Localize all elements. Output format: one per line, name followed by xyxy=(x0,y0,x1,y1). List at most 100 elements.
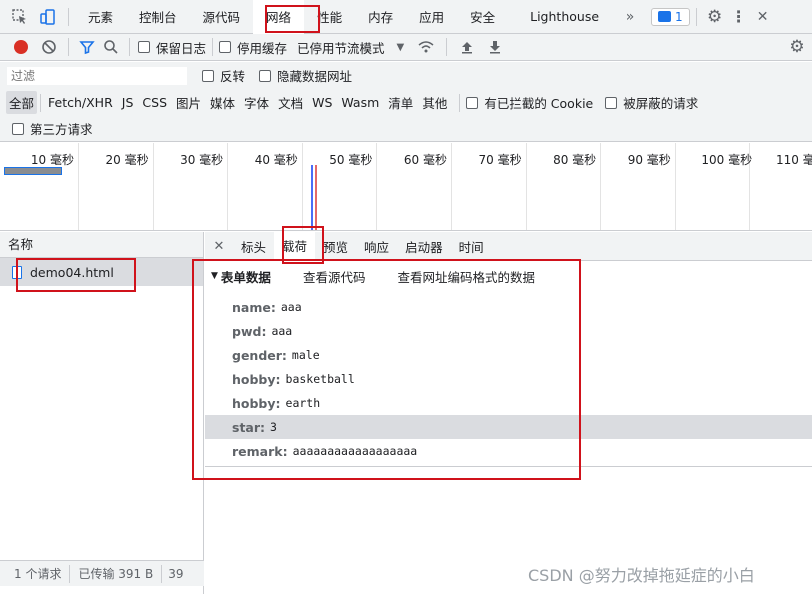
network-conditions-icon[interactable] xyxy=(412,34,440,61)
type-filter-10[interactable]: 清单 xyxy=(385,91,416,114)
timeline-gridline xyxy=(600,143,602,230)
tab-3[interactable]: 网络 xyxy=(253,0,305,34)
timeline-tick-label: 80 毫秒 xyxy=(553,153,597,167)
issues-badge[interactable]: 1 xyxy=(651,7,690,26)
filter-icon[interactable] xyxy=(75,34,99,61)
checkbox-box[interactable] xyxy=(605,96,618,109)
timeline-tick-label: 20 毫秒 xyxy=(105,153,149,167)
field-key: pwd: xyxy=(232,323,267,339)
blocked-cookies-label: 有已拦截的 Cookie xyxy=(484,96,594,111)
timeline-gridline xyxy=(451,143,452,230)
detail-tab-4[interactable]: 启动器 xyxy=(397,232,451,261)
payload-field-row[interactable]: pwd: aaa xyxy=(205,319,812,343)
tab-4[interactable]: 性能 xyxy=(304,0,355,34)
checkbox-box[interactable] xyxy=(12,122,24,135)
main-tab-bar: 元素 控制台 源代码 网络 性能 内存 应用 安全 Lighthouse » 1 ⚙ ⋮ ✕ xyxy=(0,0,812,34)
third-party-checkbox[interactable]: 第三方请求 xyxy=(12,119,93,138)
type-filter-7[interactable]: 文档 xyxy=(275,91,306,114)
field-value: male xyxy=(291,348,320,362)
tab-5[interactable]: 内存 xyxy=(355,0,406,34)
section-divider xyxy=(205,466,812,467)
more-tabs-icon[interactable]: » xyxy=(619,0,641,34)
detail-tab-1[interactable]: 载荷 xyxy=(274,231,316,261)
detail-tab-3[interactable]: 响应 xyxy=(356,232,397,261)
timeline-tick-label: 40 毫秒 xyxy=(254,153,298,167)
timeline-gridline xyxy=(152,143,154,230)
tab-6[interactable]: 应用 xyxy=(406,0,457,34)
detail-tab-5[interactable]: 时间 xyxy=(451,232,492,261)
import-har-icon[interactable] xyxy=(453,34,481,61)
payload-field-row[interactable]: hobby: earth xyxy=(205,391,812,415)
timeline-tick-label: 30 毫秒 xyxy=(180,153,224,167)
request-count: 1 个请求 xyxy=(14,567,62,581)
disable-cache-checkbox[interactable]: 停用缓存 xyxy=(219,38,287,57)
payload-field-row[interactable]: gender: male xyxy=(205,343,812,367)
payload-field-row[interactable]: star: 3 xyxy=(205,415,812,439)
view-source-link[interactable]: 查看源代码 xyxy=(303,267,366,286)
tab-8[interactable]: Lighthouse xyxy=(508,0,613,34)
timeline-gridline xyxy=(227,143,229,230)
disable-cache-label: 停用缓存 xyxy=(237,40,288,56)
invert-checkbox[interactable]: 反转 xyxy=(202,66,245,85)
type-filter-5[interactable]: 媒体 xyxy=(207,91,238,114)
third-party-label: 第三方请求 xyxy=(30,122,93,137)
inspect-element-icon[interactable] xyxy=(6,0,34,34)
third-party-row: 第三方请求 xyxy=(0,116,812,142)
tab-1[interactable]: 控制台 xyxy=(126,0,190,34)
divider xyxy=(68,7,69,26)
preserve-log-checkbox[interactable]: 保留日志 xyxy=(138,38,206,57)
filter-input[interactable] xyxy=(6,65,188,86)
close-devtools-icon[interactable]: ✕ xyxy=(751,0,775,34)
device-toolbar-icon[interactable] xyxy=(34,0,62,34)
request-row[interactable]: demo04.html xyxy=(0,258,203,286)
type-filter-9[interactable]: Wasm xyxy=(338,93,382,112)
checkbox-box[interactable] xyxy=(466,96,479,109)
tab-2[interactable]: 源代码 xyxy=(190,0,254,34)
payload-field-row[interactable]: remark: aaaaaaaaaaaaaaaaaa xyxy=(205,439,812,463)
payload-field-row[interactable]: hobby: basketball xyxy=(205,367,812,391)
type-filter-3[interactable]: CSS xyxy=(139,93,170,112)
hide-data-urls-checkbox[interactable]: 隐藏数据网址 xyxy=(259,66,352,85)
close-detail-icon[interactable]: ✕ xyxy=(205,232,233,261)
type-filter-2[interactable]: JS xyxy=(119,93,137,112)
checkbox-box[interactable] xyxy=(219,41,232,53)
type-filter-1[interactable]: Fetch/XHR xyxy=(45,93,116,112)
field-value: aaa xyxy=(271,324,293,338)
record-icon[interactable] xyxy=(6,34,36,61)
name-column-header: 名称 xyxy=(8,237,34,252)
field-key: star: xyxy=(232,419,266,435)
payload-field-row[interactable]: name: aaa xyxy=(205,295,812,319)
search-icon[interactable] xyxy=(99,34,123,61)
request-name: demo04.html xyxy=(30,264,114,280)
checkbox-box[interactable] xyxy=(138,41,150,53)
timeline-gridline xyxy=(525,143,527,230)
settings-gear-icon[interactable]: ⚙ xyxy=(703,0,727,34)
detail-tab-0[interactable]: 标头 xyxy=(233,232,274,261)
network-settings-gear-icon[interactable]: ⚙ xyxy=(782,34,812,61)
field-key: name: xyxy=(232,299,276,315)
blocked-cookies-checkbox[interactable]: 有已拦截的 Cookie xyxy=(466,93,593,112)
timeline-overview[interactable]: 10 毫秒 20 毫秒 30 毫秒 40 毫秒 50 毫秒 60 毫秒 70 毫秒 80 毫秒… xyxy=(0,143,812,231)
hide-data-urls-label: 隐藏数据网址 xyxy=(277,69,353,84)
checkbox-box[interactable] xyxy=(259,69,272,82)
blocked-requests-checkbox[interactable]: 被屏蔽的请求 xyxy=(605,93,698,112)
tab-7[interactable]: 安全 xyxy=(457,0,508,34)
more-options-icon[interactable]: ⋮ xyxy=(727,0,751,34)
timeline-tick-label: 50 毫秒 xyxy=(329,153,373,167)
type-filter-4[interactable]: 图片 xyxy=(173,91,204,114)
detail-tab-2[interactable]: 预览 xyxy=(315,232,356,261)
request-list-header[interactable]: 名称 xyxy=(0,232,203,258)
checkbox-box[interactable] xyxy=(202,69,214,82)
type-filter-8[interactable]: WS xyxy=(309,93,335,112)
type-filter-11[interactable]: 其他 xyxy=(419,91,450,114)
view-url-encoded-link[interactable]: 查看网址编码格式的数据 xyxy=(397,267,535,286)
export-har-icon[interactable] xyxy=(481,34,509,61)
request-detail-pane: ✕ 标头 载荷 预览 响应 启动器 时间 ▼ 表单数据 查看源代码 查看网址编码格式的数据… xyxy=(205,231,812,594)
throttling-select[interactable]: 已停用节流模式 ▼ xyxy=(297,38,404,57)
timeline-gridline xyxy=(301,143,303,230)
type-filter-0[interactable]: 全部 xyxy=(6,91,38,114)
clear-icon[interactable] xyxy=(36,34,62,61)
type-filter-6[interactable]: 字体 xyxy=(241,91,272,114)
payload-section-header[interactable]: ▼ 表单数据 查看源代码 查看网址编码格式的数据 xyxy=(205,261,812,291)
tab-0[interactable]: 元素 xyxy=(75,0,126,34)
